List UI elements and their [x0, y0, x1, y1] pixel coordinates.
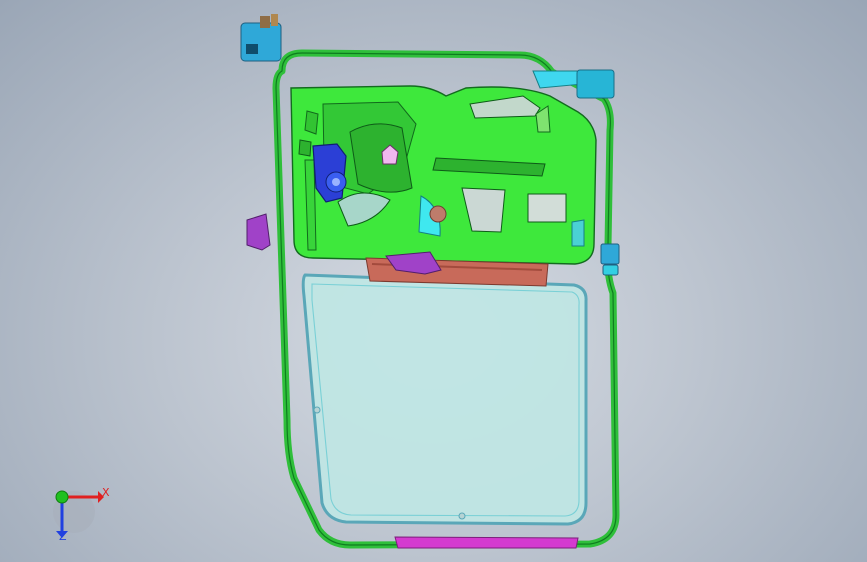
cad-viewport[interactable]: X Z — [0, 0, 867, 562]
door-assembly-model[interactable] — [0, 0, 867, 562]
triad-x-label: X — [102, 486, 110, 499]
lower-sill-strip[interactable] — [394, 536, 579, 549]
triad-z-label: Z — [59, 530, 67, 543]
mirror-mount-bracket[interactable] — [240, 14, 282, 62]
window-glass[interactable] — [301, 273, 588, 526]
